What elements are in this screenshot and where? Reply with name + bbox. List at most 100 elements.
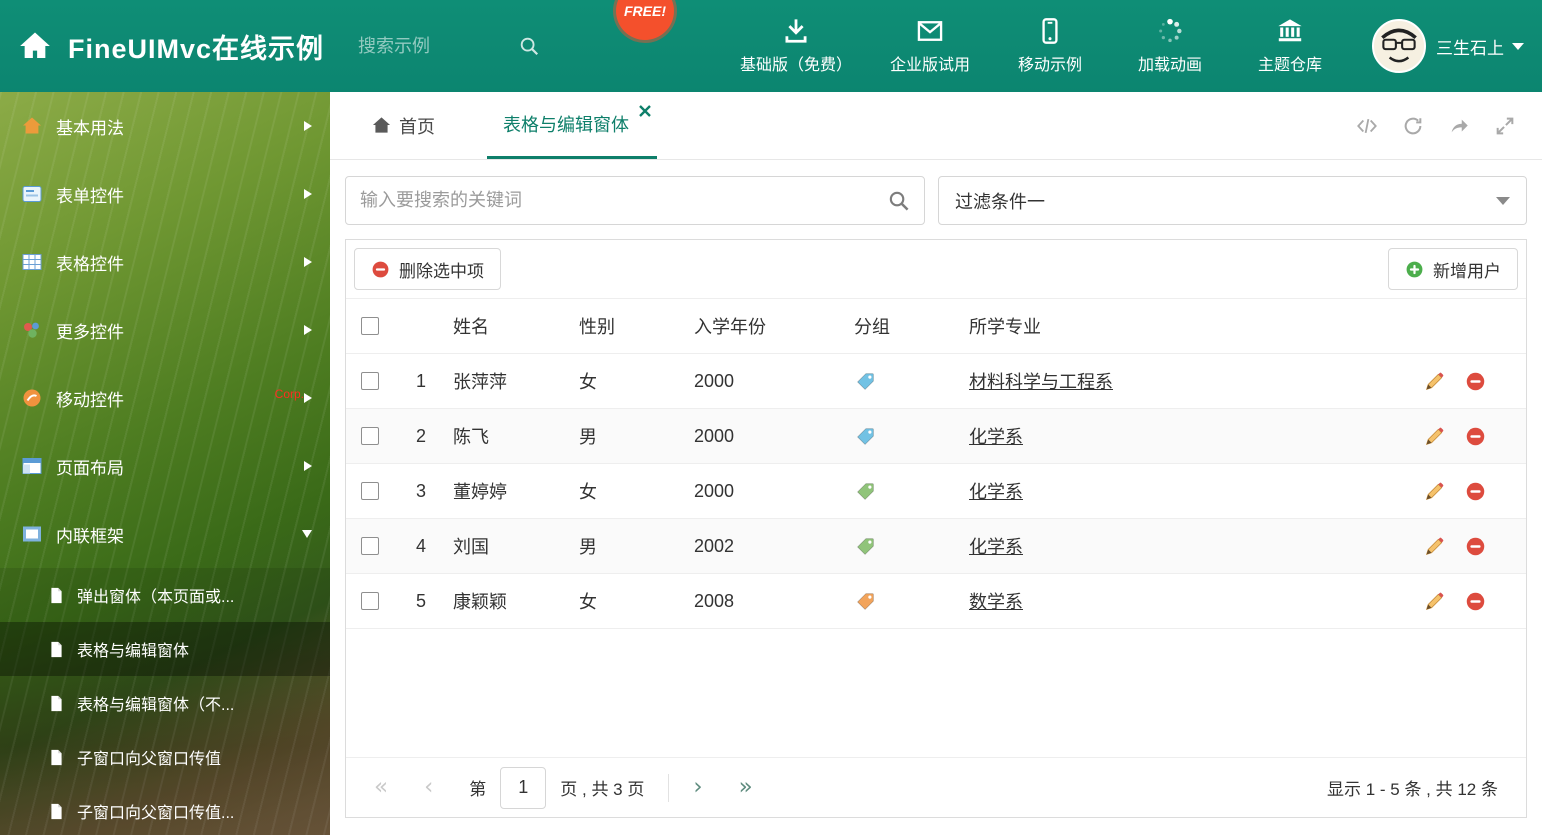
delete-selected-button[interactable]: 删除选中项 xyxy=(354,248,501,290)
delete-icon[interactable] xyxy=(1465,426,1486,447)
edit-icon[interactable] xyxy=(1424,481,1445,502)
chevron-right-icon xyxy=(304,189,312,199)
major-link[interactable]: 数学系 xyxy=(969,592,1023,612)
fullscreen-icon[interactable] xyxy=(1494,115,1516,137)
delete-icon[interactable] xyxy=(1465,481,1486,502)
delete-icon[interactable] xyxy=(1465,536,1486,557)
sidebar-subitem-grid-edit-window[interactable]: 表格与编辑窗体 xyxy=(0,622,330,676)
major-link[interactable]: 化学系 xyxy=(969,482,1023,502)
bank-icon xyxy=(1276,17,1304,45)
pagination-bar: « ‹ 第 页 , 共 3 页 › » 显示 1 - 5 条 , 共 12 条 xyxy=(346,757,1526,817)
mobile-icon xyxy=(1036,17,1064,45)
sidebar-subitem-label: 表格与编辑窗体 xyxy=(77,643,190,660)
tab-label: 首页 xyxy=(399,116,435,137)
first-page-button[interactable]: « xyxy=(374,776,388,799)
sidebar-item-iframe[interactable]: 内联框架 xyxy=(0,500,330,568)
next-page-button[interactable]: › xyxy=(693,776,702,799)
edit-icon[interactable] xyxy=(1424,426,1445,447)
sidebar-subitem-label: 表格与编辑窗体（不... xyxy=(77,697,235,714)
column-header-gender: 性别 xyxy=(579,317,615,337)
header-search-input[interactable] xyxy=(358,35,519,57)
spinner-icon xyxy=(1156,17,1184,45)
sidebar-item-page-layout[interactable]: 页面布局 xyxy=(0,432,330,500)
edit-icon[interactable] xyxy=(1424,371,1445,392)
row-checkbox[interactable] xyxy=(361,537,379,555)
header-nav: FREE! 基础版（免费） 企业版试用 移动示例 加载动画 主题仓库 三生石上 xyxy=(615,0,1542,75)
home-icon[interactable] xyxy=(18,29,52,63)
tab-grid-edit-window[interactable]: 表格与编辑窗体 xyxy=(487,92,657,159)
column-header-name: 姓名 xyxy=(453,317,489,337)
row-checkbox[interactable] xyxy=(361,372,379,390)
edit-icon[interactable] xyxy=(1424,536,1445,557)
sidebar-subitem-grid-edit-window-2[interactable]: 表格与编辑窗体（不... xyxy=(0,676,330,730)
main-content: 首页 表格与编辑窗体 输入要搜索的关键词 过滤条件一 删除选中项 新增用户 姓名… xyxy=(330,92,1542,835)
sidebar-item-form-controls[interactable]: 表单控件 xyxy=(0,160,330,228)
nav-label: 基础版（免费） xyxy=(739,57,852,74)
tab-home[interactable]: 首页 xyxy=(360,92,447,159)
search-icon[interactable] xyxy=(518,35,540,57)
tag-icon xyxy=(855,591,876,612)
delete-icon[interactable] xyxy=(1465,371,1486,392)
table-row: 5 康颖颖 女 2008 数学系 xyxy=(346,574,1526,629)
last-page-button[interactable]: » xyxy=(739,776,753,799)
share-icon[interactable] xyxy=(1448,115,1470,137)
page-number-input[interactable] xyxy=(500,766,547,809)
app-header: FineUIMvc在线示例 FREE! 基础版（免费） 企业版试用 移动示例 xyxy=(0,0,1542,92)
major-link[interactable]: 化学系 xyxy=(969,427,1023,447)
sidebar-subitem-child-to-parent-2[interactable]: 子窗口向父窗口传值... xyxy=(0,784,330,835)
sidebar-subitem-label: 子窗口向父窗口传值 xyxy=(77,751,222,768)
cell-year: 2008 xyxy=(694,590,735,611)
nav-label: 加载动画 xyxy=(1137,57,1202,74)
major-link[interactable]: 化学系 xyxy=(969,537,1023,557)
refresh-icon[interactable] xyxy=(1402,115,1424,137)
cell-name: 康颖颖 xyxy=(453,592,507,612)
row-checkbox[interactable] xyxy=(361,427,379,445)
tab-bar: 首页 表格与编辑窗体 xyxy=(330,92,1542,160)
source-code-icon[interactable] xyxy=(1356,115,1378,137)
sidebar-item-mobile-controls[interactable]: 移动控件 Corp. xyxy=(0,364,330,432)
nav-item-enterprise-trial[interactable]: 企业版试用 xyxy=(888,17,972,75)
tag-icon xyxy=(855,371,876,392)
row-number: 1 xyxy=(415,370,426,391)
filter-selected-value: 过滤条件一 xyxy=(955,191,1045,212)
nav-item-loading-animation[interactable]: 加载动画 xyxy=(1128,17,1212,75)
chevron-right-icon xyxy=(304,325,312,335)
file-icon xyxy=(48,749,65,766)
tag-icon xyxy=(855,426,876,447)
sidebar-subitem-popup-window[interactable]: 弹出窗体（本页面或... xyxy=(0,568,330,622)
close-icon[interactable] xyxy=(639,101,651,117)
keyword-search-input[interactable] xyxy=(360,190,887,211)
sidebar-subitem-child-to-parent[interactable]: 子窗口向父窗口传值 xyxy=(0,730,330,784)
prev-page-button[interactable]: ‹ xyxy=(424,776,433,799)
row-checkbox[interactable] xyxy=(361,482,379,500)
edit-icon[interactable] xyxy=(1424,591,1445,612)
cell-year: 2002 xyxy=(694,535,735,556)
row-checkbox[interactable] xyxy=(361,592,379,610)
search-icon[interactable] xyxy=(887,189,910,212)
button-label: 删除选中项 xyxy=(399,261,484,281)
minus-circle-icon xyxy=(371,260,390,279)
home-icon xyxy=(372,116,391,135)
header-search xyxy=(358,35,568,57)
sidebar-submenu: 弹出窗体（本页面或... 表格与编辑窗体 表格与编辑窗体（不... 子窗口向父窗… xyxy=(0,568,330,835)
nav-item-theme-store[interactable]: 主题仓库 xyxy=(1248,17,1332,75)
nav-item-mobile-demo[interactable]: 移动示例 xyxy=(1008,17,1092,75)
row-number: 5 xyxy=(415,590,426,611)
sidebar-item-basic-usage[interactable]: 基本用法 xyxy=(0,92,330,160)
keyword-search-box xyxy=(345,176,925,225)
search-filter-row: 过滤条件一 xyxy=(345,176,1527,225)
table-header-row: 姓名 性别 入学年份 分组 所学专业 xyxy=(346,298,1526,354)
select-all-checkbox[interactable] xyxy=(361,317,379,335)
grid-panel: 删除选中项 新增用户 姓名 性别 入学年份 分组 所学专业 1 张萍萍 女 20… xyxy=(345,239,1527,818)
chevron-right-icon xyxy=(304,257,312,267)
delete-icon[interactable] xyxy=(1465,591,1486,612)
user-menu[interactable]: 三生石上 xyxy=(1372,19,1524,73)
form-icon xyxy=(22,184,42,204)
filter-dropdown[interactable]: 过滤条件一 xyxy=(938,176,1527,225)
tag-icon xyxy=(855,536,876,557)
add-user-button[interactable]: 新增用户 xyxy=(1388,248,1518,290)
sidebar-item-more-controls[interactable]: 更多控件 xyxy=(0,296,330,364)
sidebar-item-grid-controls[interactable]: 表格控件 xyxy=(0,228,330,296)
nav-item-basic-free[interactable]: 基础版（免费） xyxy=(740,17,852,75)
major-link[interactable]: 材料科学与工程系 xyxy=(969,372,1113,392)
